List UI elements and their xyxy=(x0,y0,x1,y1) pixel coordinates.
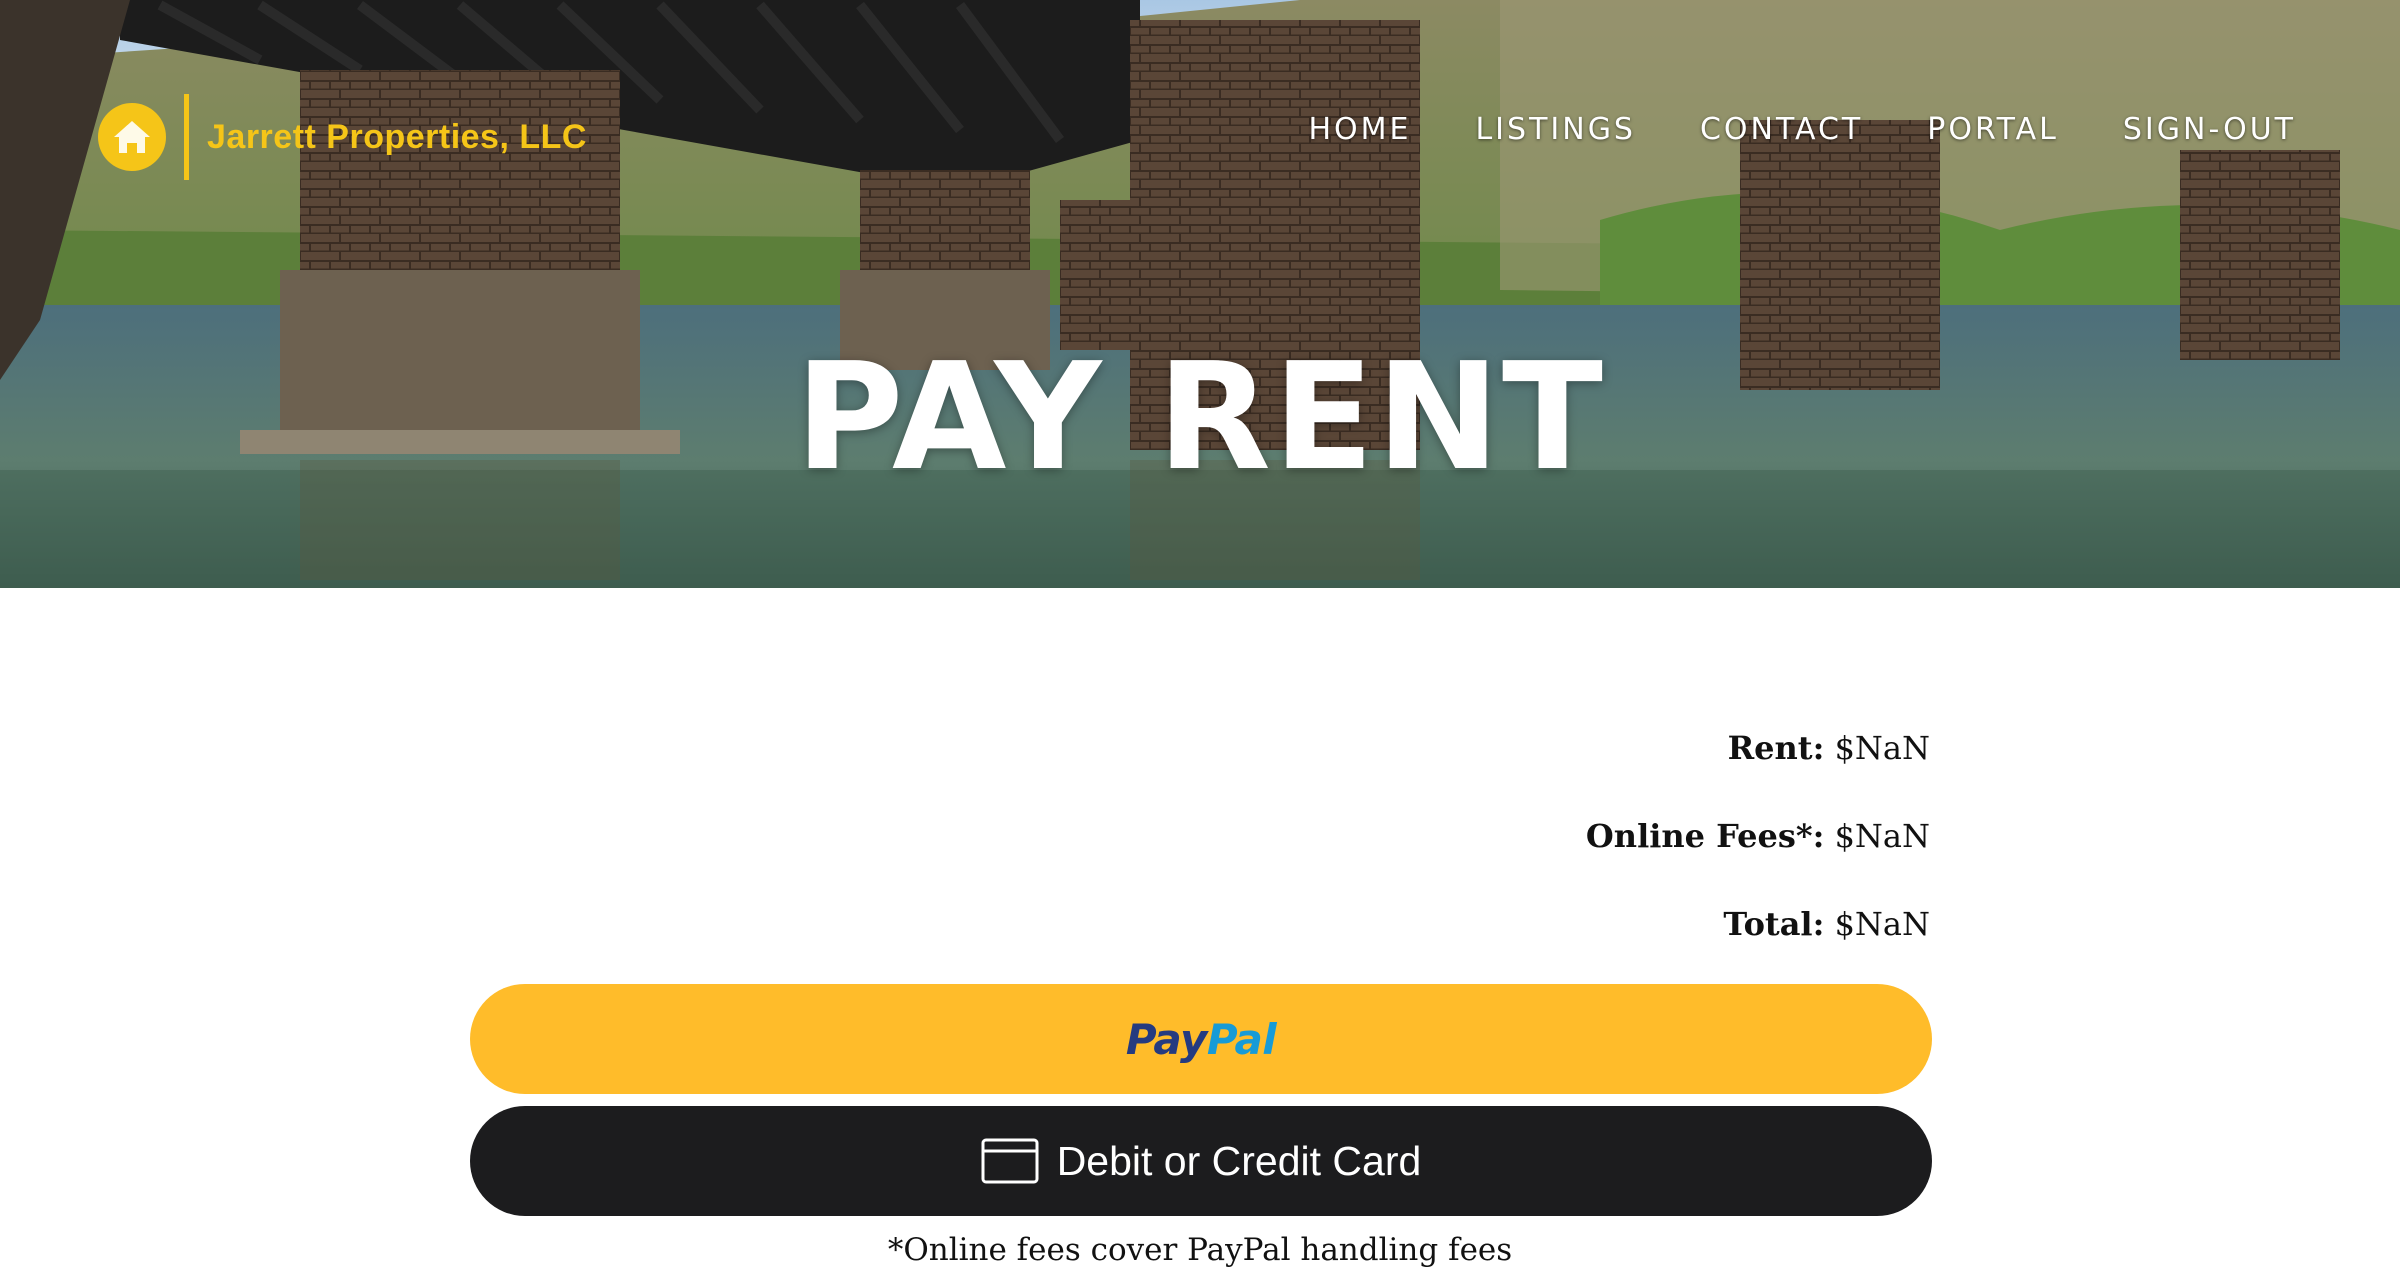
total-line: Total: $NaN xyxy=(1586,898,1930,986)
credit-card-icon xyxy=(981,1138,1039,1184)
nav-contact[interactable]: CONTACT xyxy=(1700,112,1863,147)
nav-home[interactable]: HOME xyxy=(1308,112,1411,147)
card-button-label: Debit or Credit Card xyxy=(1056,1137,1422,1184)
fees-value: $NaN xyxy=(1834,817,1930,855)
paypal-logo-part2: Pal xyxy=(1206,1014,1277,1064)
page-title: PAY RENT xyxy=(795,331,1605,503)
rent-value: $NaN xyxy=(1834,729,1930,767)
total-label: Total: xyxy=(1723,905,1825,943)
fees-footnote: *Online fees cover PayPal handling fees xyxy=(887,1232,1513,1268)
logo-divider xyxy=(184,94,189,180)
nav-portal[interactable]: PORTAL xyxy=(1927,112,2059,147)
hero-banner: Jarrett Properties, LLC HOME LISTINGS CO… xyxy=(0,0,2400,588)
house-icon xyxy=(98,103,166,171)
rent-label: Rent: xyxy=(1727,729,1825,767)
total-value: $NaN xyxy=(1834,905,1930,943)
nav-listings[interactable]: LISTINGS xyxy=(1475,112,1636,147)
paypal-logo-part1: Pay xyxy=(1125,1014,1208,1064)
paypal-button[interactable]: PayPal xyxy=(470,984,1932,1094)
rent-line: Rent: $NaN xyxy=(1586,722,1930,810)
fees-label: Online Fees*: xyxy=(1585,817,1825,855)
payment-summary: Rent: $NaN Online Fees*: $NaN Total: $Na… xyxy=(1586,722,1930,986)
fees-line: Online Fees*: $NaN xyxy=(1586,810,1930,898)
debit-credit-card-button[interactable]: Debit or Credit Card xyxy=(470,1106,1932,1216)
main-nav: HOME LISTINGS CONTACT PORTAL SIGN-OUT xyxy=(1308,112,2296,147)
brand-name: Jarrett Properties, LLC xyxy=(207,117,587,156)
nav-sign-out[interactable]: SIGN-OUT xyxy=(2123,112,2296,147)
paypal-logo: PayPal xyxy=(1125,1014,1277,1064)
brand-logo[interactable]: Jarrett Properties, LLC xyxy=(98,94,587,180)
